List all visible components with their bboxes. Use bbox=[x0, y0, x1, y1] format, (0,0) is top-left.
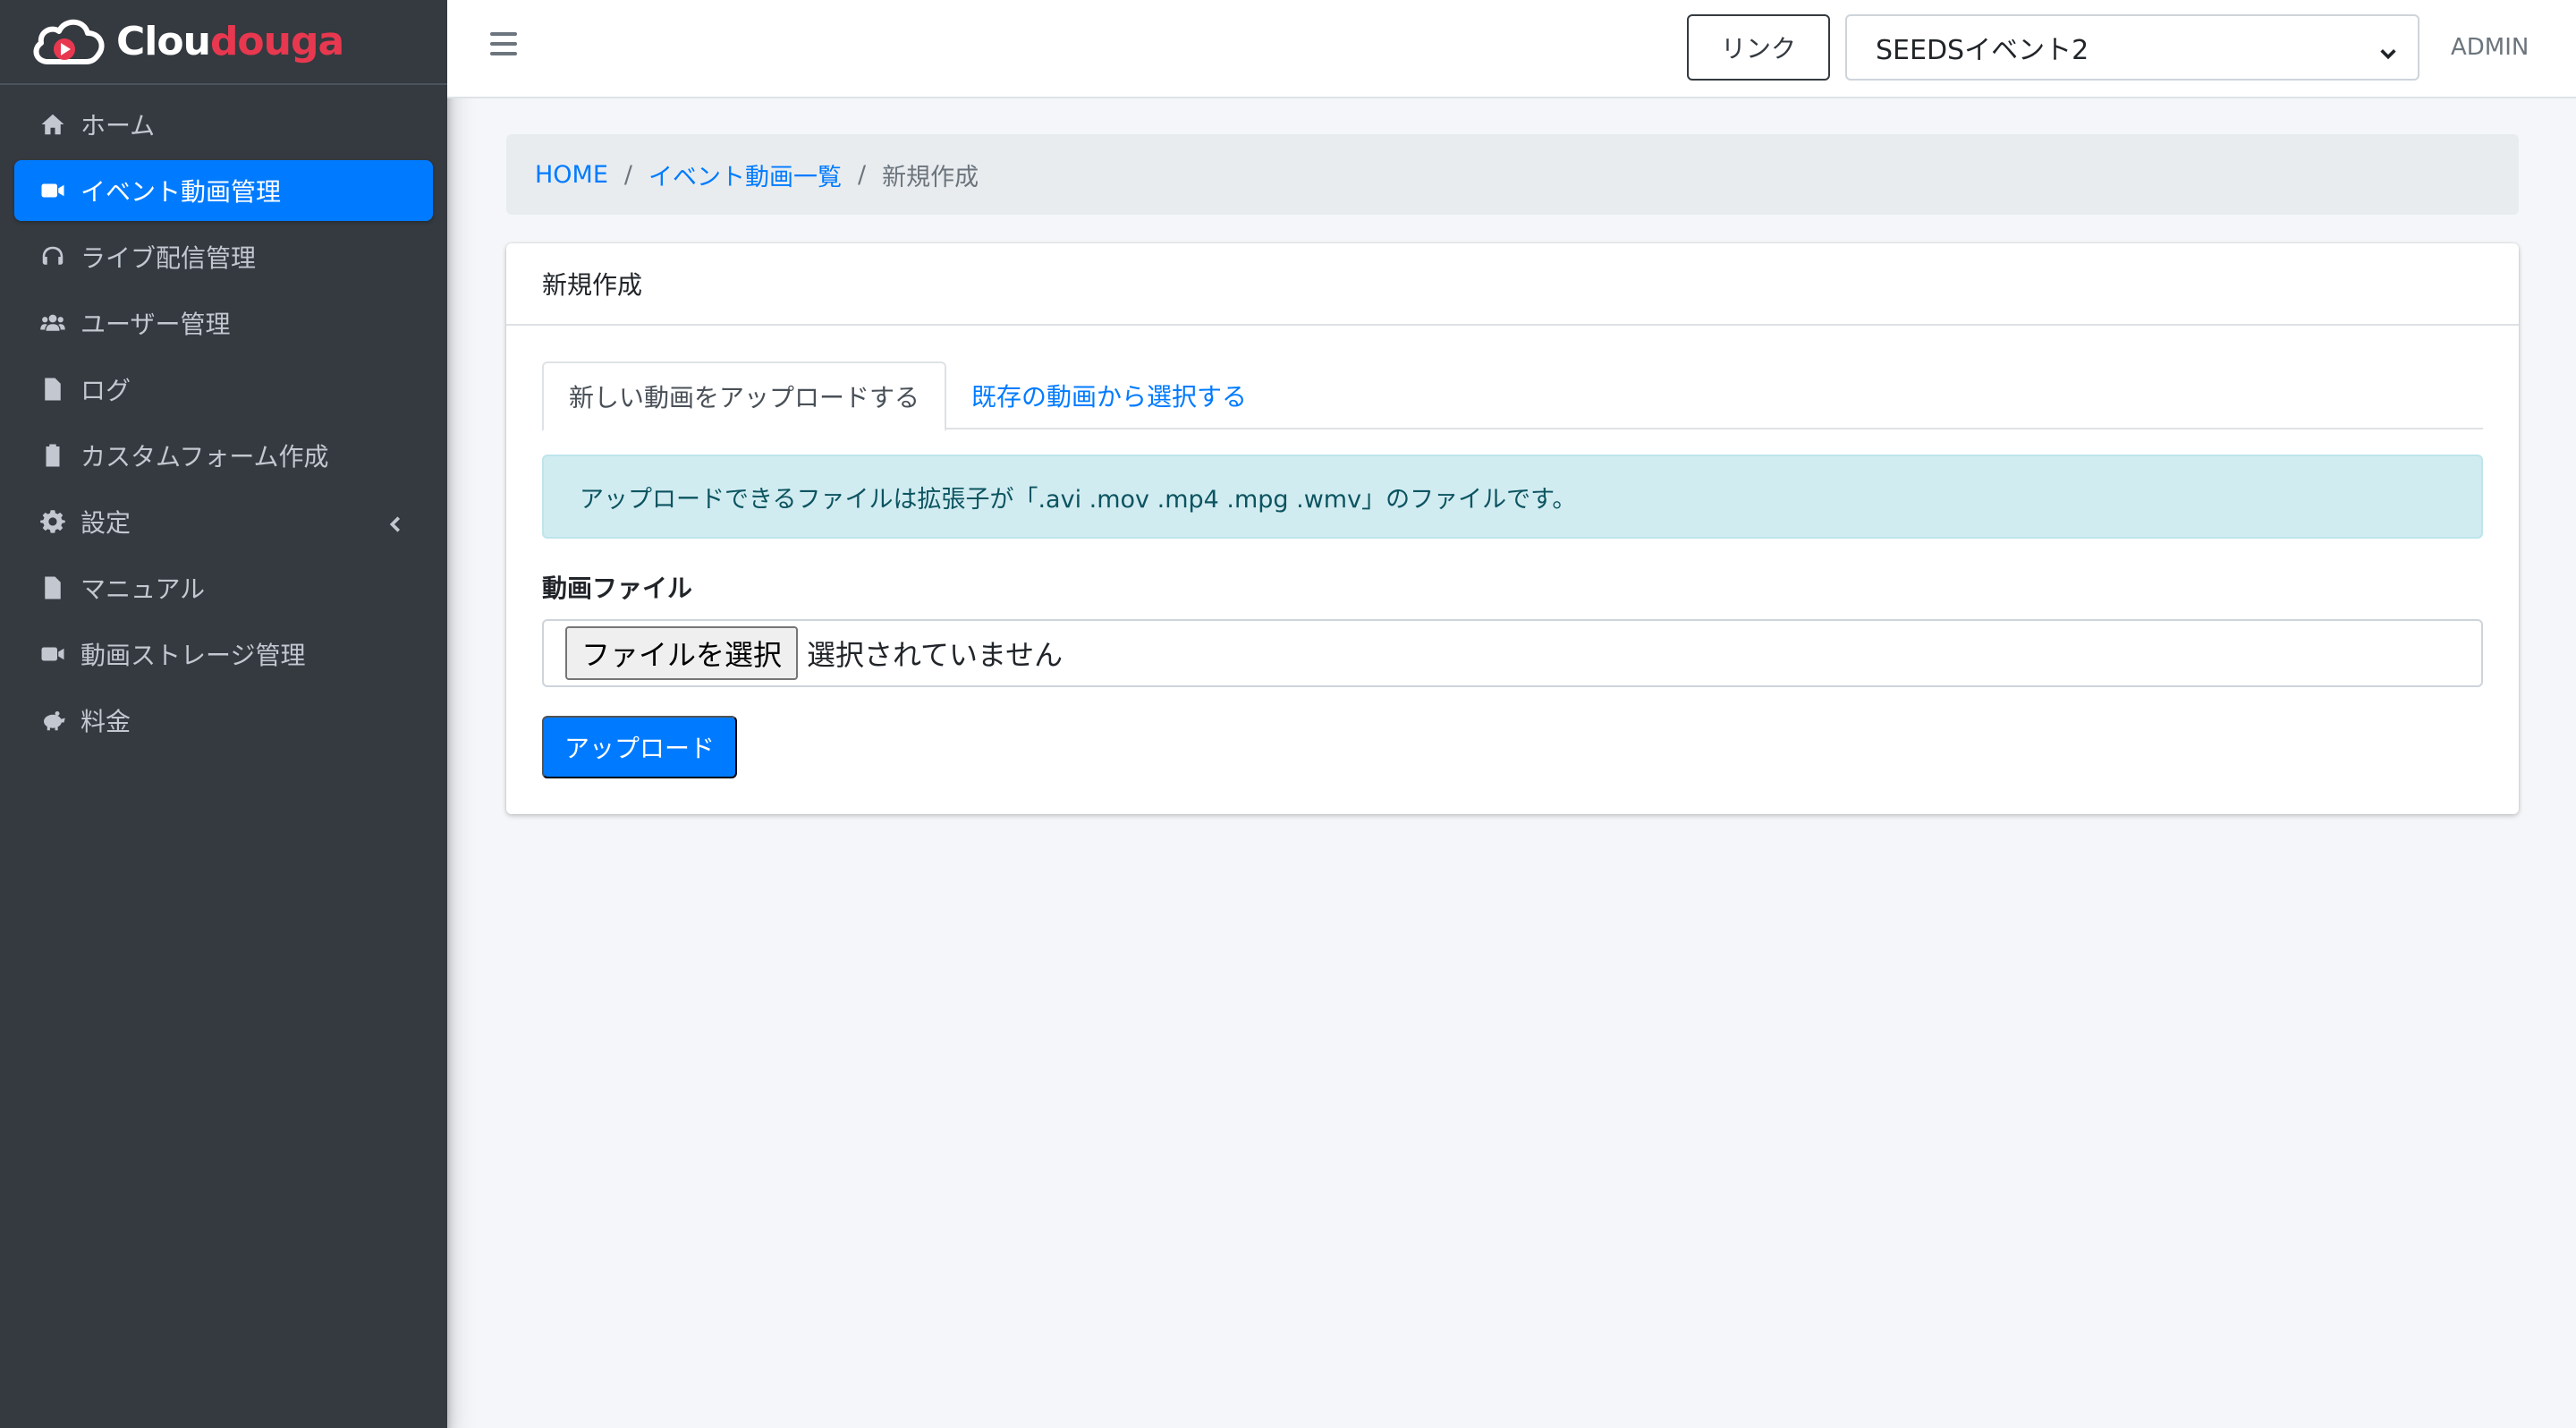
chevron-left-icon bbox=[386, 511, 408, 532]
video-icon bbox=[38, 175, 68, 206]
sidebar: Cloudouga ホーム イベント動画管理 ライブ配信管理 ユーザー管理 ログ… bbox=[0, 0, 447, 1428]
sidebar-item-storage[interactable]: 動画ストレージ管理 bbox=[14, 624, 433, 684]
sidebar-item-label: ログ bbox=[80, 376, 131, 405]
home-icon bbox=[38, 109, 68, 140]
brand-name: Cloudouga bbox=[116, 19, 344, 64]
brand-name-part: Clou bbox=[116, 19, 211, 64]
video-file-input[interactable]: ファイルを選択 選択されていません bbox=[542, 619, 2483, 687]
video-file-label: 動画ファイル bbox=[542, 574, 693, 603]
sidebar-item-label: カスタムフォーム作成 bbox=[80, 442, 329, 472]
card-title: 新規作成 bbox=[506, 243, 2519, 326]
sidebar-item-label: 動画ストレージ管理 bbox=[80, 641, 306, 670]
event-select-value: SEEDSイベント2 bbox=[1876, 35, 2089, 66]
sidebar-item-label: ホーム bbox=[80, 111, 156, 140]
file-icon bbox=[38, 374, 68, 404]
piggy-bank-icon bbox=[38, 705, 68, 735]
choose-file-button[interactable]: ファイルを選択 bbox=[565, 626, 799, 680]
video-icon bbox=[38, 639, 68, 669]
user-name[interactable]: ADMIN bbox=[2451, 34, 2529, 61]
sidebar-item-label: ユーザー管理 bbox=[80, 310, 231, 339]
sidebar-item-settings[interactable]: 設定 bbox=[14, 491, 433, 552]
tab-bar: 新しい動画をアップロードする 既存の動画から選択する bbox=[542, 361, 2483, 431]
brand-link[interactable]: Cloudouga bbox=[0, 0, 447, 85]
link-button[interactable]: リンク bbox=[1687, 14, 1830, 81]
sidebar-item-custom-form[interactable]: カスタムフォーム作成 bbox=[14, 425, 433, 486]
upload-button[interactable]: アップロード bbox=[542, 716, 737, 778]
gear-icon bbox=[38, 506, 68, 537]
hamburger-menu-icon[interactable] bbox=[490, 32, 517, 59]
breadcrumb-list-link[interactable]: イベント動画一覧 bbox=[648, 157, 842, 192]
sidebar-item-label: マニュアル bbox=[80, 574, 206, 604]
sidebar-item-live[interactable]: ライブ配信管理 bbox=[14, 226, 433, 287]
event-select[interactable]: SEEDSイベント2 bbox=[1845, 14, 2419, 81]
cloud-play-logo-icon bbox=[33, 19, 105, 64]
sidebar-item-event-videos[interactable]: イベント動画管理 bbox=[14, 160, 433, 221]
users-icon bbox=[38, 308, 68, 338]
file-extension-alert: アップロードできるファイルは拡張子が「.avi .mov .mp4 .mpg .… bbox=[542, 455, 2483, 539]
breadcrumb-current: 新規作成 bbox=[882, 163, 979, 191]
tab-upload-new[interactable]: 新しい動画をアップロードする bbox=[542, 361, 947, 431]
sidebar-item-manual[interactable]: マニュアル bbox=[14, 557, 433, 618]
brand-name-part: douga bbox=[209, 19, 344, 64]
sidebar-item-logs[interactable]: ログ bbox=[14, 359, 433, 420]
breadcrumb: HOME / イベント動画一覧 / 新規作成 bbox=[506, 134, 2519, 215]
chevron-down-icon bbox=[2378, 39, 2398, 60]
breadcrumb-separator: / bbox=[623, 160, 633, 189]
sidebar-item-pricing[interactable]: 料金 bbox=[14, 690, 433, 751]
breadcrumb-home-link[interactable]: HOME bbox=[535, 161, 608, 189]
sidebar-item-label: イベント動画管理 bbox=[80, 177, 282, 207]
sidebar-item-label: 設定 bbox=[80, 508, 131, 538]
sidebar-item-users[interactable]: ユーザー管理 bbox=[14, 293, 433, 353]
breadcrumb-separator: / bbox=[858, 160, 867, 189]
headset-icon bbox=[38, 242, 68, 272]
upload-card: 新規作成 新しい動画をアップロードする 既存の動画から選択する アップロードでき… bbox=[506, 243, 2519, 814]
tab-select-existing[interactable]: 既存の動画から選択する bbox=[946, 361, 1272, 429]
clipboard-icon bbox=[38, 440, 68, 471]
sidebar-nav: ホーム イベント動画管理 ライブ配信管理 ユーザー管理 ログ カスタムフォーム作… bbox=[0, 85, 447, 765]
sidebar-item-home[interactable]: ホーム bbox=[14, 94, 433, 155]
file-status-text: 選択されていません bbox=[807, 638, 1063, 672]
sidebar-item-label: ライブ配信管理 bbox=[80, 243, 257, 273]
sidebar-item-label: 料金 bbox=[80, 707, 131, 736]
top-navbar: リンク SEEDSイベント2 ADMIN bbox=[447, 0, 2576, 98]
file-icon bbox=[38, 573, 68, 603]
